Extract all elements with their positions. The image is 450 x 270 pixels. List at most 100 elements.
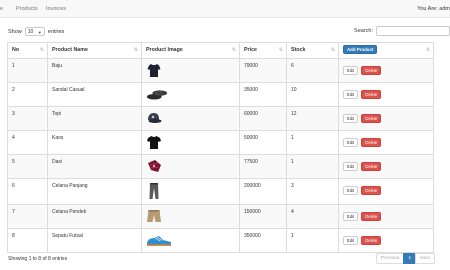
table-row: 1 Baju 79000 6 Edit Delete [7,58,434,83]
cell-price: 35000 [239,82,287,107]
cell-product-image [141,58,240,83]
sort-icon: ⇅ [133,47,138,53]
table-row: 8 Sepatu Futsal 350000 1 Edit Delete [7,228,434,253]
search-input[interactable] [376,26,450,36]
cell-product-name: Kaos [47,130,142,155]
delete-button[interactable]: Delete [361,186,382,195]
cell-price: 79000 [239,58,287,83]
sort-icon: ⇅ [39,47,44,53]
sort-icon: ⇅ [278,47,283,53]
cell-no: 4 [7,130,48,155]
show-label: Show [8,28,22,35]
nav-link-invoices[interactable]: Invoices [46,5,66,13]
delete-button[interactable]: Delete [361,162,382,171]
column-header-name[interactable]: Product Name ⇅ [47,42,142,59]
cell-product-name: Dasi [47,154,142,179]
shoe-icon [147,236,171,246]
cell-stock: 1 [286,154,339,179]
cell-no: 2 [7,82,48,107]
shirt-icon [147,64,161,77]
table-row: 6 Celana Panjang 200000 3 Edit Delete [7,178,434,205]
column-header-no[interactable]: No ⇅ [7,42,48,59]
previous-page-button[interactable]: Previous [375,253,405,264]
delete-button[interactable]: Delete [361,90,382,99]
edit-button[interactable]: Edit [343,90,359,99]
delete-button[interactable]: Delete [361,114,382,123]
cell-product-name: Sepatu Futsal [47,228,142,253]
chevron-down-icon: ▼ [37,29,42,35]
cell-product-image [141,154,240,179]
cell-product-image [141,228,240,253]
column-header-actions: Add Product ⇅ [338,42,434,59]
sort-icon: ⇅ [231,47,236,53]
cell-price: 77500 [239,154,287,179]
cell-no: 1 [7,58,48,83]
table-header-row: No ⇅ Product Name ⇅ Product Image ⇅ Price ⇅ … [7,42,434,59]
top-navbar: e Products Invoices You Are: adm [0,0,450,18]
cell-no: 6 [7,178,48,205]
cell-actions: Edit Delete [338,130,434,155]
add-product-button[interactable]: Add Product [343,45,378,54]
cell-stock: 3 [286,178,339,205]
cap-icon [148,113,162,123]
cell-actions: Edit Delete [338,154,434,179]
cell-stock: 10 [286,82,339,107]
table-row: 4 Kaos 50000 1 Edit Delete [7,130,434,155]
edit-button[interactable]: Edit [343,138,359,147]
length-value: 10 [27,28,34,35]
delete-button[interactable]: Delete [361,66,382,75]
cell-product-name: Sandal Casual [47,82,142,107]
cell-actions: Edit Delete [338,106,434,131]
column-header-image[interactable]: Product Image ⇅ [141,42,240,59]
cell-actions: Edit Delete [338,178,434,205]
edit-button[interactable]: Edit [343,236,359,245]
table-row: 5 Dasi 77500 1 Edit Delete [7,154,434,179]
cell-price: 200000 [239,178,287,205]
sort-icon: ⇅ [330,47,335,53]
cell-product-image [141,106,240,131]
nav-link-products[interactable]: Products [16,5,38,13]
tshirt-icon [147,136,161,149]
nav-user-label[interactable]: You Are: adm [417,5,450,13]
length-control: Show 10 ▼ entries [8,27,64,36]
cell-actions: Edit Delete [338,204,434,229]
cell-no: 5 [7,154,48,179]
edit-button[interactable]: Edit [343,66,359,75]
table-row: 2 Sandal Casual 35000 10 Edit Delete [7,82,434,107]
cell-price: 60000 [239,106,287,131]
cell-stock: 12 [286,106,339,131]
delete-button[interactable]: Delete [361,138,382,147]
delete-button[interactable]: Delete [361,236,382,245]
cell-product-image [141,204,240,229]
entries-label: entries [47,28,65,35]
cell-actions: Edit Delete [338,228,434,253]
search-control: Search: [354,26,450,36]
products-table: No ⇅ Product Name ⇅ Product Image ⇅ Price ⇅ … [7,42,434,253]
entries-length-select[interactable]: 10 ▼ [24,27,45,36]
edit-button[interactable]: Edit [343,212,359,221]
table-info: Showing 1 to 8 of 8 entries [8,256,68,262]
cell-product-name: Celana Pendek [47,204,142,229]
cell-stock: 4 [286,204,339,229]
edit-button[interactable]: Edit [343,114,359,123]
cell-price: 150000 [239,204,287,229]
cell-actions: Edit Delete [338,58,434,83]
cell-stock: 6 [286,58,339,83]
shorts-icon [147,210,161,222]
delete-button[interactable]: Delete [361,212,382,221]
edit-button[interactable]: Edit [343,162,359,171]
next-page-button[interactable]: Next [415,253,435,264]
trousers-icon [149,183,159,199]
cell-stock: 1 [286,130,339,155]
edit-button[interactable]: Edit [343,186,359,195]
cell-no: 7 [7,204,48,229]
column-header-stock[interactable]: Stock ⇅ [286,42,339,59]
column-header-price[interactable]: Price ⇅ [239,42,287,59]
search-label: Search: [354,28,373,34]
cell-product-name: Topi [47,106,142,131]
cell-price: 50000 [239,130,287,155]
pagination: Previous 1 Next [375,253,435,264]
nav-brand-fragment[interactable]: e [0,5,3,13]
cell-product-image [141,178,240,205]
cell-product-name: Baju [47,58,142,83]
